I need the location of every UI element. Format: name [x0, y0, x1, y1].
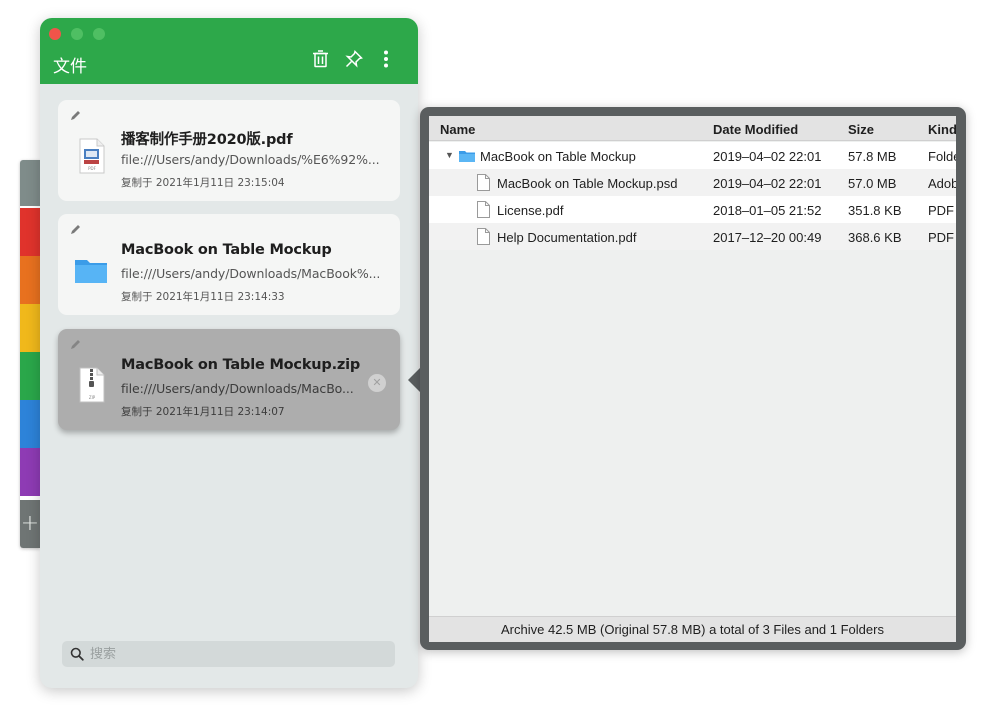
table-row[interactable]: ▼ MacBook on Table Mockup 2019–04–02 22:…	[429, 142, 956, 169]
remove-item-button[interactable]: ✕	[368, 374, 386, 392]
row-name: MacBook on Table Mockup	[480, 149, 636, 164]
window-title: 文件	[53, 57, 87, 77]
pdf-file-icon: PDF	[79, 138, 105, 174]
color-tab-purple[interactable]	[20, 448, 40, 496]
pencil-icon[interactable]	[70, 223, 82, 235]
clip-item-name: 播客制作手册2020版.pdf	[121, 132, 293, 148]
row-size: 57.8 MB	[848, 149, 897, 164]
row-size: 368.6 KB	[848, 230, 902, 245]
row-date: 2019–04–02 22:01	[713, 176, 822, 191]
folder-icon	[459, 151, 475, 162]
archive-preview-popover: Name Date Modified Size Kind ▼ MacBook o…	[420, 107, 966, 650]
clip-item-selected[interactable]: ZIP MacBook on Table Mockup.zip file:///…	[58, 329, 400, 430]
archive-summary: Archive 42.5 MB (Original 57.8 MB) a tot…	[429, 616, 956, 642]
column-header-size[interactable]: Size	[848, 122, 874, 137]
add-tab-button[interactable]: +	[20, 500, 40, 548]
clip-item-timestamp: 复制于 2021年1月11日 23:14:07	[121, 406, 285, 418]
row-kind: Folder	[928, 149, 956, 164]
clip-item-timestamp: 复制于 2021年1月11日 23:14:33	[121, 291, 285, 303]
table-row[interactable]: License.pdf 2018–01–05 21:52 351.8 KB PD…	[429, 196, 956, 223]
clip-item-path: file:///Users/andy/Downloads/%E6%92%...	[121, 152, 380, 167]
column-header-kind[interactable]: Kind	[928, 122, 956, 137]
search-input[interactable]	[90, 641, 380, 667]
row-size: 57.0 MB	[848, 176, 897, 191]
table-row[interactable]: Help Documentation.pdf 2017–12–20 00:49 …	[429, 223, 956, 250]
more-vertical-icon[interactable]	[375, 48, 397, 70]
table-header: Name Date Modified Size Kind	[429, 116, 956, 141]
document-icon	[477, 201, 490, 218]
color-tab-gray[interactable]	[20, 160, 40, 206]
pin-icon[interactable]	[343, 48, 365, 70]
column-header-name[interactable]: Name	[440, 122, 475, 137]
row-size: 351.8 KB	[848, 203, 902, 218]
table-row[interactable]: MacBook on Table Mockup.psd 2019–04–02 2…	[429, 169, 956, 196]
color-tab-green[interactable]	[20, 352, 40, 400]
row-kind: PDF	[928, 203, 954, 218]
clip-item-name: MacBook on Table Mockup.zip	[121, 357, 361, 373]
search-icon	[70, 647, 84, 661]
zoom-window-button[interactable]	[93, 28, 105, 40]
row-date: 2018–01–05 21:52	[713, 203, 822, 218]
svg-text:ZIP: ZIP	[89, 395, 96, 400]
clipboard-window: 文件 PDF 播客制作手册2020版.pdf file:///Users/and…	[40, 18, 418, 688]
clip-item-path: file:///Users/andy/Downloads/MacBo...	[121, 381, 354, 396]
minimize-window-button[interactable]	[71, 28, 83, 40]
clip-item-name: MacBook on Table Mockup	[121, 242, 332, 258]
row-name: MacBook on Table Mockup.psd	[497, 176, 678, 191]
color-tab-orange[interactable]	[20, 256, 40, 304]
pencil-icon[interactable]	[70, 109, 82, 121]
row-kind: PDF	[928, 230, 954, 245]
clip-item-path: file:///Users/andy/Downloads/MacBook%...	[121, 266, 381, 281]
color-tab-blue[interactable]	[20, 400, 40, 448]
clip-item-timestamp: 复制于 2021年1月11日 23:15:04	[121, 177, 285, 189]
svg-text:PDF: PDF	[88, 166, 96, 171]
close-window-button[interactable]	[49, 28, 61, 40]
column-header-date[interactable]: Date Modified	[713, 122, 798, 137]
clip-item[interactable]: PDF 播客制作手册2020版.pdf file:///Users/andy/D…	[58, 100, 400, 201]
pencil-icon[interactable]	[70, 338, 82, 350]
row-kind: Adobe	[928, 176, 956, 191]
trash-icon[interactable]	[309, 48, 331, 70]
row-name: License.pdf	[497, 203, 564, 218]
zip-file-icon: ZIP	[79, 367, 105, 403]
document-icon	[477, 228, 490, 245]
row-name: Help Documentation.pdf	[497, 230, 637, 245]
clip-item[interactable]: MacBook on Table Mockup file:///Users/an…	[58, 214, 400, 315]
row-date: 2019–04–02 22:01	[713, 149, 822, 164]
search-bar[interactable]	[62, 641, 395, 667]
color-tabs: +	[20, 160, 40, 548]
title-bar: 文件	[40, 18, 418, 84]
file-browser: Name Date Modified Size Kind ▼ MacBook o…	[429, 116, 956, 642]
folder-icon	[75, 260, 107, 283]
disclosure-triangle-icon[interactable]: ▼	[445, 150, 454, 160]
color-tab-red[interactable]	[20, 208, 40, 256]
row-date: 2017–12–20 00:49	[713, 230, 822, 245]
file-list: ▼ MacBook on Table Mockup 2019–04–02 22:…	[429, 142, 956, 250]
document-icon	[477, 174, 490, 191]
color-tab-yellow[interactable]	[20, 304, 40, 352]
